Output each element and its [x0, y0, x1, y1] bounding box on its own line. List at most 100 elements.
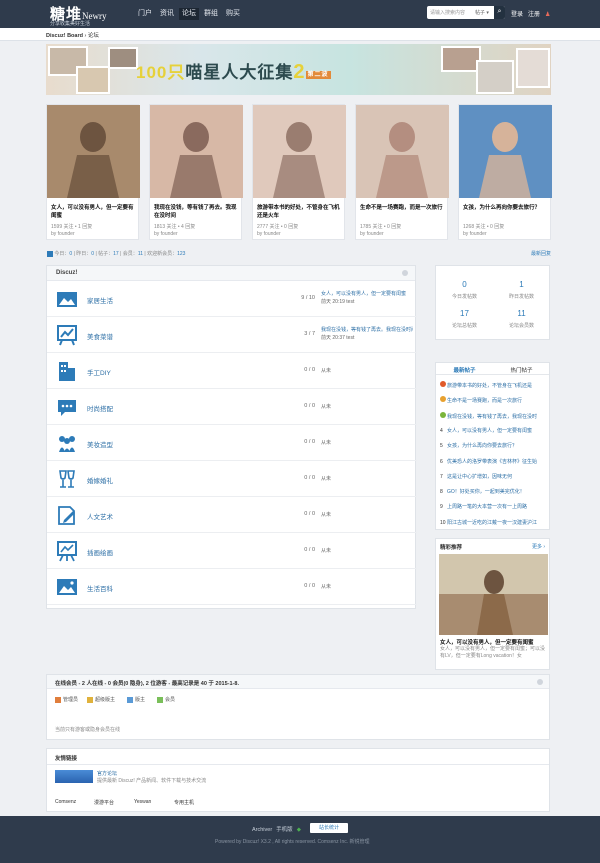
- discuz-logo[interactable]: [55, 770, 93, 783]
- collapse-icon[interactable]: [537, 679, 543, 685]
- banner-suffix: 2: [293, 61, 306, 83]
- home-image-icon[interactable]: [56, 288, 78, 310]
- hot-post-title[interactable]: 这是让中心扩增如，因味无何: [447, 474, 512, 480]
- featured-author[interactable]: by founder: [154, 231, 178, 237]
- building-icon[interactable]: [56, 360, 78, 382]
- login-link[interactable]: 登录: [511, 12, 523, 18]
- hot-post-item[interactable]: 6 优美恐人的洛罗带表演《吉林杯》征生始: [440, 458, 548, 465]
- hot-post-title[interactable]: 生命不是一场赛跑，而是一次旅行: [447, 398, 522, 404]
- link-item[interactable]: 专用主机: [174, 799, 194, 806]
- featured-title[interactable]: 旅游带本书的好处，不管身在飞机还是火车: [257, 204, 343, 220]
- landscape-icon[interactable]: [56, 576, 78, 598]
- hot-post-item[interactable]: 8 GO！好处买你，一起到美完优化！: [440, 488, 548, 495]
- hot-post-item[interactable]: 旅游带本书的好处，不管身在飞机还是: [440, 381, 548, 389]
- search-button[interactable]: ⌕: [494, 6, 505, 19]
- nav-item-group[interactable]: 群组: [201, 8, 221, 20]
- link-item[interactable]: Yeswan: [134, 799, 151, 805]
- forum-title[interactable]: Discuz!: [56, 270, 77, 276]
- stats-badge[interactable]: 站长统计: [310, 823, 348, 833]
- stat-new-member[interactable]: 123: [177, 251, 185, 257]
- featured-card[interactable]: 女孩，为什么再向你要去旅行？ 1268 关注 • 0 回复 by founder: [458, 104, 552, 240]
- search-scope-select[interactable]: 帖子 ▾: [475, 9, 489, 16]
- last-post[interactable]: 我现在没钱，等有钱了再去。我现在没时间 前天 20:37 test: [321, 326, 413, 342]
- hot-post-title[interactable]: 旅游带本书的好处，不管身在飞机还是: [447, 383, 532, 389]
- forum-name[interactable]: 美食菜谱: [87, 331, 113, 341]
- forum-count: 3 / 7: [304, 331, 315, 337]
- featured-card[interactable]: 女人，可以没有男人，但一定要有闺蜜 1599 关注 • 1 回复 by foun…: [46, 104, 140, 240]
- forum-name[interactable]: 手工DIY: [87, 367, 111, 377]
- featured-image[interactable]: [47, 105, 140, 198]
- hot-post-title[interactable]: 女人，可以没有男人，但一定要有闺蜜: [447, 428, 532, 434]
- wine-glass-icon[interactable]: [56, 468, 78, 490]
- featured-image[interactable]: [356, 105, 449, 198]
- forum-name[interactable]: 美妆造型: [87, 439, 113, 449]
- forum-name[interactable]: 时尚搭配: [87, 403, 113, 413]
- last-post[interactable]: 女人，可以没有男人，但一定要有闺蜜 前天 20:19 test: [321, 290, 413, 306]
- nav-item-buy[interactable]: 购买: [223, 8, 243, 20]
- tab-newest[interactable]: 最新帖子: [436, 366, 493, 374]
- chart-board-icon[interactable]: [56, 324, 78, 346]
- hot-post-item[interactable]: 4 女人，可以没有男人，但一定要有闺蜜: [440, 427, 548, 434]
- featured-title[interactable]: 我现在没钱，等有钱了再去。我现在没时间: [154, 204, 240, 220]
- search-input[interactable]: 请输入搜索内容: [430, 9, 465, 16]
- pen-paper-icon[interactable]: [56, 504, 78, 526]
- breadcrumb-current[interactable]: 论坛: [88, 33, 99, 39]
- recommend-image[interactable]: [439, 554, 548, 635]
- featured-title[interactable]: 女人，可以没有男人，但一定要有闺蜜: [51, 204, 137, 220]
- hot-post-item[interactable]: 我现在没钱，等有钱了再去，我现在没时: [440, 411, 548, 420]
- featured-card[interactable]: 旅游带本书的好处，不管身在飞机还是火车 2777 关注 • 0 回复 by fo…: [252, 104, 346, 240]
- forum-name[interactable]: 婚嫁婚礼: [87, 475, 113, 485]
- recommend-more-link[interactable]: 更多 ›: [532, 543, 545, 550]
- last-post-title[interactable]: 我现在没钱，等有钱了再去。我现在没时间: [321, 327, 413, 333]
- collapse-icon[interactable]: [402, 270, 408, 276]
- hot-post-item[interactable]: 10阳江古城一近吃的江戴一夜一汉建妻沪江: [440, 519, 548, 526]
- hot-post-item[interactable]: 9 上周路一笔的大本营一次有一上周路: [440, 503, 548, 510]
- featured-card[interactable]: 生命不是一场赛跑，而是一次旅行 1785 关注 • 0 回复 by founde…: [355, 104, 449, 240]
- archiver-link[interactable]: Archiver: [252, 827, 272, 833]
- featured-author[interactable]: by founder: [257, 231, 281, 237]
- nav-item-portal[interactable]: 门户: [135, 8, 155, 20]
- forum-count: 0 / 0: [304, 439, 315, 445]
- easel-icon[interactable]: [56, 540, 78, 562]
- hot-post-title[interactable]: 上周路一笔的大本营一次有一上周路: [447, 504, 527, 510]
- featured-meta: 1599 关注 • 1 回复: [51, 224, 93, 230]
- site-logo[interactable]: 糖堆Newry 分享收集美好生活: [50, 3, 107, 27]
- tab-hot[interactable]: 热门帖子: [493, 366, 550, 374]
- newest-reply-link[interactable]: 最新回复: [531, 250, 551, 257]
- logo-slogan: 分享收集美好生活: [50, 21, 91, 27]
- hot-post-title[interactable]: 女孩，为什么再向你要去旅行？: [447, 443, 517, 449]
- link-item[interactable]: Comsenz: [55, 799, 76, 805]
- featured-author[interactable]: by founder: [463, 231, 487, 237]
- register-link[interactable]: 注册: [528, 12, 540, 18]
- featured-image[interactable]: [459, 105, 552, 198]
- hot-post-title[interactable]: 阳江古城一近吃的江戴一夜一汉建妻沪江: [447, 520, 537, 526]
- featured-image[interactable]: [150, 105, 243, 198]
- forum-name[interactable]: 插画绘画: [87, 547, 113, 557]
- nav-item-forum[interactable]: 论坛: [179, 8, 199, 20]
- link-item[interactable]: 漫游平台: [94, 799, 114, 806]
- forum-name[interactable]: 人文艺术: [87, 511, 113, 521]
- hot-post-title[interactable]: GO！好处买你，一起到美完优化！: [447, 489, 525, 495]
- featured-author[interactable]: by founder: [51, 231, 75, 237]
- hot-post-item[interactable]: 5 女孩，为什么再向你要去旅行？: [440, 442, 548, 449]
- hot-post-item[interactable]: 7 这是让中心扩增如，因味无何: [440, 473, 548, 480]
- chat-bubble-icon[interactable]: [56, 396, 78, 418]
- featured-title[interactable]: 生命不是一场赛跑，而是一次旅行: [360, 204, 446, 212]
- featured-author[interactable]: by founder: [360, 231, 384, 237]
- recommend-post-title[interactable]: 女人，可以没有男人，但一定要有闺蜜: [440, 638, 547, 646]
- event-banner[interactable]: 100只喵星人大征集2 第二波: [46, 44, 551, 95]
- link-name[interactable]: 官方论坛: [97, 770, 117, 777]
- hot-post-item[interactable]: 生命不是一场赛跑，而是一次旅行: [440, 396, 548, 404]
- breadcrumb-home[interactable]: Discuz! Board: [46, 33, 83, 39]
- featured-card[interactable]: 我现在没钱，等有钱了再去。我现在没时间 1813 关注 • 4 回复 by fo…: [149, 104, 243, 240]
- last-post-title[interactable]: 女人，可以没有男人，但一定要有闺蜜: [321, 291, 406, 297]
- featured-title[interactable]: 女孩，为什么再向你要去旅行？: [463, 204, 549, 212]
- mobile-link[interactable]: 手机版: [276, 827, 293, 833]
- featured-image[interactable]: [253, 105, 346, 198]
- nav-item-news[interactable]: 资讯: [157, 8, 177, 20]
- hot-post-title[interactable]: 我现在没钱，等有钱了再去，我现在没时: [447, 414, 537, 420]
- forum-name[interactable]: 家居生活: [87, 295, 113, 305]
- forum-name[interactable]: 生活百科: [87, 583, 113, 593]
- people-icon[interactable]: [56, 432, 78, 454]
- hot-post-title[interactable]: 优美恐人的洛罗带表演《吉林杯》征生始: [447, 459, 537, 465]
